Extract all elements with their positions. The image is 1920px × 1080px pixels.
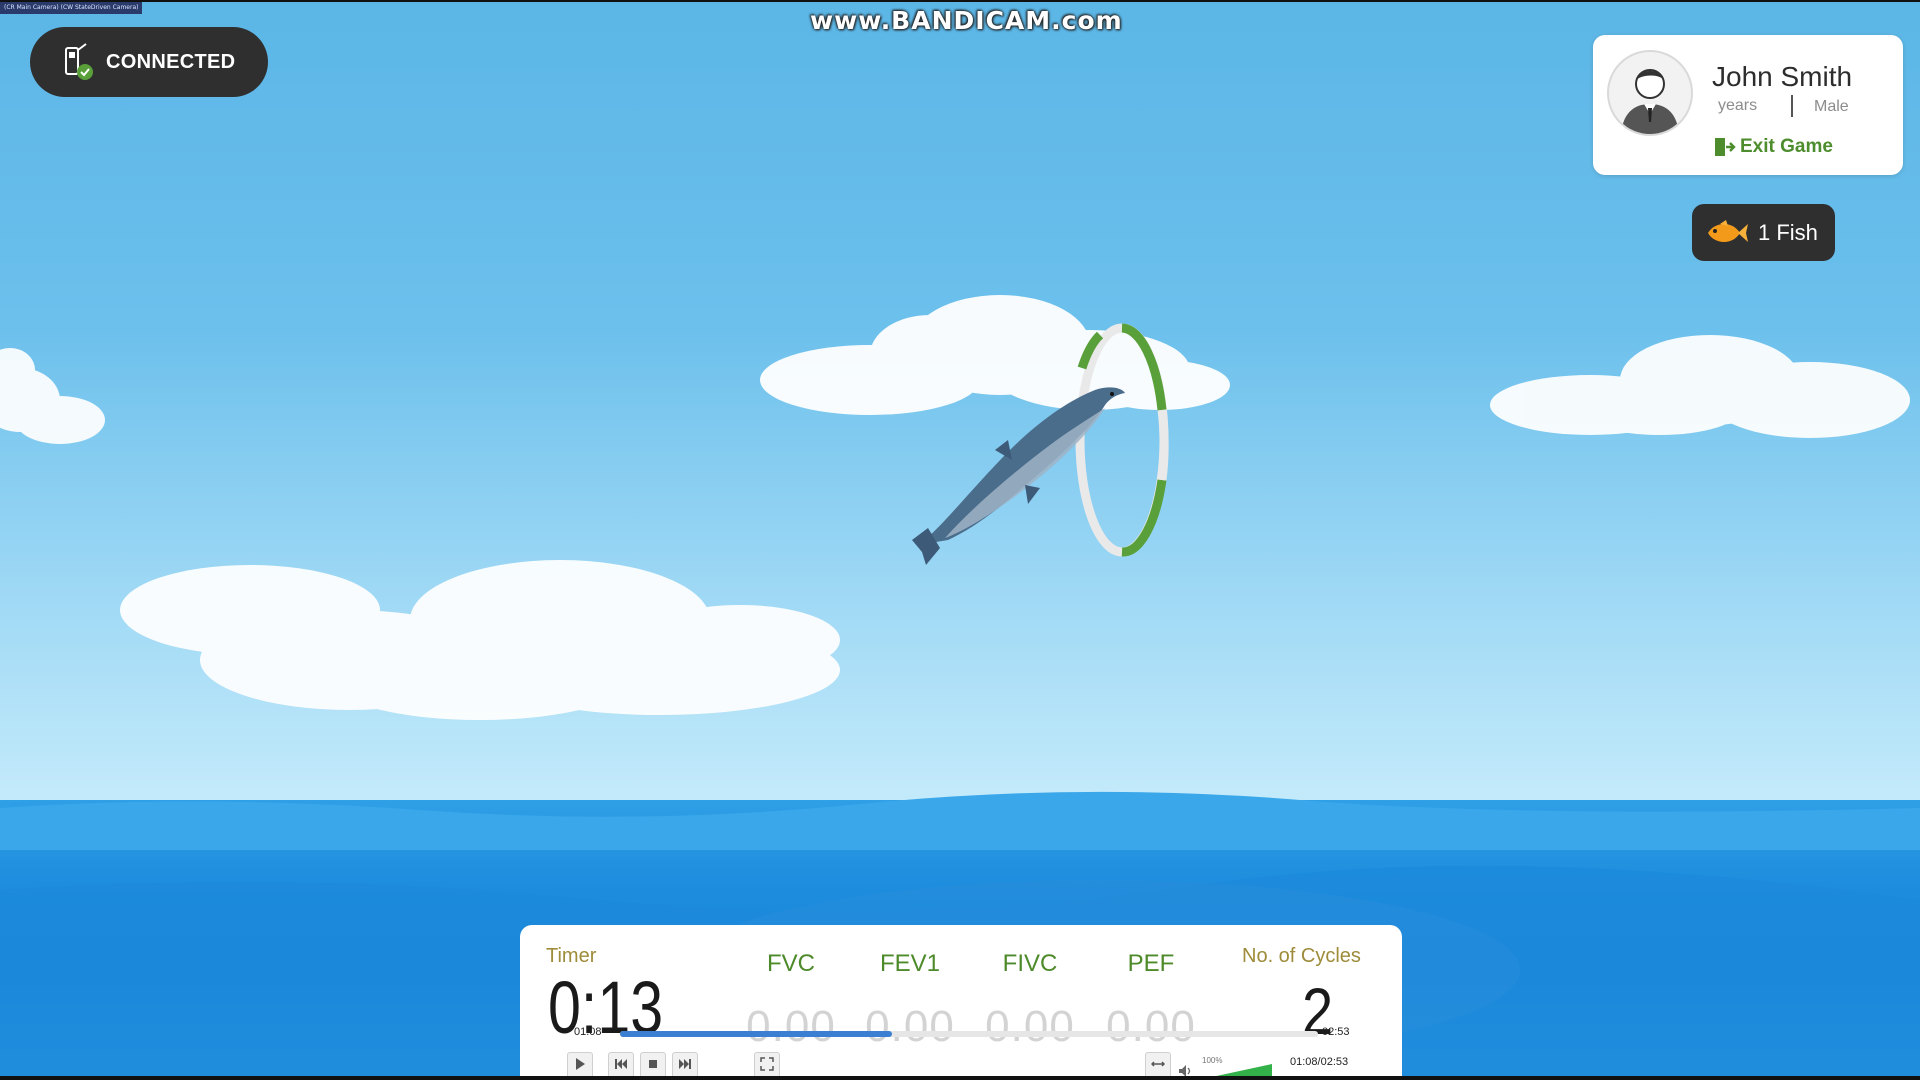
aspect-ratio-button[interactable] — [1145, 1052, 1171, 1078]
seek-progress — [620, 1031, 893, 1037]
dolphin-hoop-scene — [912, 323, 1169, 565]
play-button[interactable] — [567, 1052, 593, 1078]
metric-name: PEF — [1127, 950, 1175, 977]
play-icon — [576, 1058, 585, 1070]
current-time-label: 01:08 — [574, 1026, 602, 1038]
time-display: 01:08/02:53 — [1290, 1056, 1349, 1068]
previous-button[interactable] — [608, 1052, 634, 1078]
connection-status-label: CONNECTED — [106, 50, 236, 73]
recording-window-label: (CR Main Camera) (CW StateDriven Camera) — [0, 2, 143, 14]
skip-back-icon — [615, 1059, 627, 1069]
dolphin — [912, 387, 1125, 565]
metric-name: FVC — [767, 950, 815, 977]
skip-forward-icon — [679, 1059, 691, 1069]
exit-game-button[interactable]: Exit Game — [1712, 135, 1833, 159]
total-time-label: 02:53 — [1322, 1026, 1350, 1038]
player-age: years — [1718, 97, 1758, 114]
cycles-label: No. of Cycles — [1242, 945, 1361, 967]
next-button[interactable] — [672, 1052, 698, 1078]
stop-icon — [649, 1060, 657, 1068]
device-check-icon — [65, 43, 93, 80]
cloud-left-edge — [0, 348, 105, 444]
metric-name: FEV1 — [879, 950, 941, 977]
stop-button[interactable] — [640, 1052, 666, 1078]
fish-count-badge: 1 Fish — [1692, 204, 1835, 261]
top-border — [0, 0, 1920, 2]
profile-divider — [1791, 95, 1793, 117]
cloud-lower-left — [120, 560, 840, 720]
fullscreen-icon — [760, 1057, 774, 1071]
stretch-icon — [1151, 1061, 1165, 1067]
recorder-watermark: www.BANDICAM.com — [810, 6, 1123, 35]
player-name: John Smith — [1712, 61, 1853, 92]
fish-count-label: 1 Fish — [1758, 219, 1818, 245]
exit-door-icon — [1715, 138, 1736, 156]
exit-game-label: Exit Game — [1740, 136, 1833, 157]
fullscreen-button[interactable] — [754, 1052, 780, 1078]
connection-status-badge: CONNECTED — [30, 27, 268, 97]
player-gender: Male — [1814, 98, 1849, 115]
user-avatar-icon — [1607, 50, 1693, 136]
player-profile-card: John Smith years Male Exit Game — [1593, 35, 1903, 175]
seek-bar[interactable] — [620, 1031, 1318, 1037]
metric-name: FIVC — [1002, 950, 1058, 977]
media-player-controls: 01:08 02:53 100% 01:08/02:53 — [560, 1018, 1360, 1080]
cloud-right — [1490, 335, 1910, 438]
bottom-border — [0, 1076, 1920, 1080]
fish-icon — [1708, 219, 1748, 242]
